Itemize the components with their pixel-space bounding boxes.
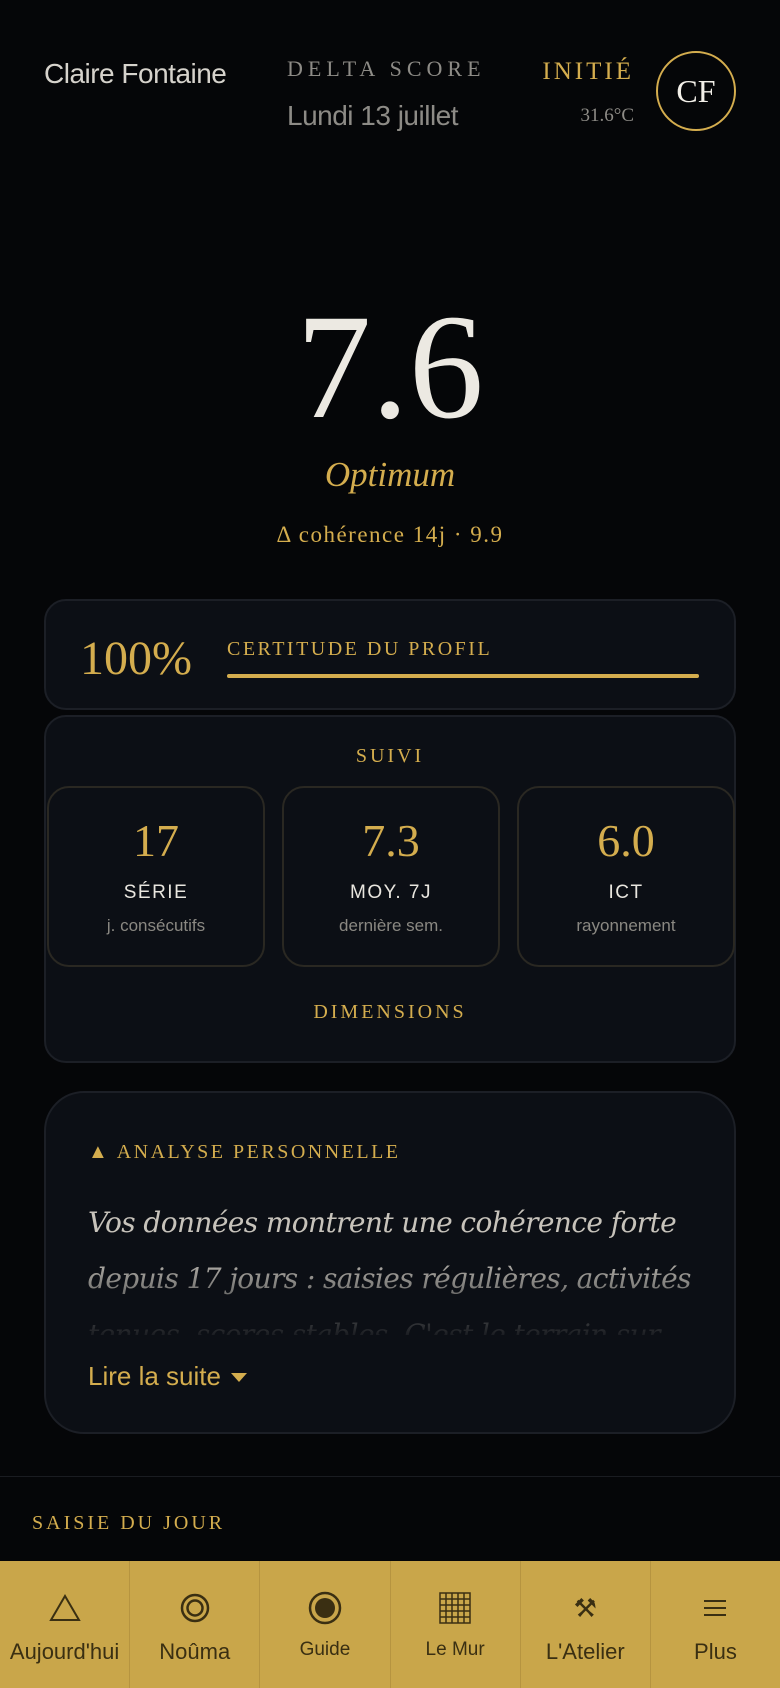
ring-icon <box>178 1587 212 1629</box>
dimensions-section-title[interactable]: DIMENSIONS <box>46 1001 734 1024</box>
nav-item-latelier[interactable]: ⚒ L'Atelier <box>521 1561 651 1688</box>
target-icon <box>307 1587 343 1629</box>
app-header: Claire Fontaine DELTA SCORE Lundi 13 jui… <box>0 0 780 150</box>
suivi-title: SUIVI <box>355 745 425 767</box>
menu-icon <box>702 1587 728 1629</box>
coherence-summary: Δ cohérence 14j · 9.9 <box>276 522 504 547</box>
stat-caption: dernière sem. <box>339 916 443 935</box>
suivi-card: SUIVI 17 SÉRIE j. consécutifs 7.3 MOY. 7… <box>44 715 736 1063</box>
nav-item-aujourdhui[interactable]: Aujourd'hui <box>0 1561 131 1688</box>
stat-caption: j. consécutifs <box>106 916 206 935</box>
analyse-title: ▲ ANALYSE PERSONNELLE <box>88 1141 401 1163</box>
nav-label: Noûma <box>159 1639 231 1664</box>
nav-item-le-mur[interactable]: Le Mur <box>391 1561 521 1688</box>
app-title: DELTA SCORE <box>287 56 486 81</box>
nav-item-nouma[interactable]: Noûma <box>130 1561 261 1688</box>
stat-label: SÉRIE <box>123 882 189 903</box>
stat-value: 7.3 <box>362 815 420 866</box>
certitude-value: 100% <box>80 632 192 685</box>
nav-label: Guide <box>299 1639 351 1660</box>
avatar[interactable]: CF <box>656 51 736 131</box>
certitude-progress-track <box>227 674 699 678</box>
stat-card-serie[interactable]: 17 SÉRIE j. consécutifs <box>47 786 265 967</box>
stat-label: ICT <box>608 882 644 903</box>
grid-icon <box>438 1587 472 1629</box>
rank-badge: INITIÉ <box>542 58 634 85</box>
user-name: Claire Fontaine <box>44 58 227 89</box>
score-status-label: Optimum <box>324 455 456 494</box>
certitude-progress-fill <box>227 674 699 678</box>
bottom-nav: Aujourd'hui Noûma Guide Le Mur ⚒ L'Ateli… <box>0 1561 780 1688</box>
analyse-card: ▲ ANALYSE PERSONNELLE Vos données montre… <box>44 1091 736 1434</box>
triangle-icon <box>48 1587 82 1629</box>
stat-label: MOY. 7J <box>350 882 432 903</box>
certitude-title: CERTITUDE DU PROFIL <box>227 638 493 660</box>
nav-item-guide[interactable]: Guide <box>260 1561 391 1688</box>
stat-card-ict[interactable]: 6.0 ICT rayonnement <box>517 786 735 967</box>
text-fade-overlay <box>88 1265 700 1335</box>
caret-down-icon <box>230 1373 247 1382</box>
certitude-card: 100% CERTITUDE DU PROFIL <box>44 599 736 710</box>
nav-label: L'Atelier <box>545 1639 625 1664</box>
read-more-link[interactable]: Lire la suite <box>88 1361 247 1392</box>
nav-label: Plus <box>694 1639 737 1664</box>
nav-label: Aujourd'hui <box>9 1639 120 1664</box>
delta-score-value: 7.6 <box>296 284 484 450</box>
stat-caption: rayonnement <box>576 916 676 935</box>
stat-value: 6.0 <box>597 815 655 866</box>
nav-item-plus[interactable]: Plus <box>651 1561 780 1688</box>
temperature-readout: 31.6°C <box>580 105 634 126</box>
section-divider <box>0 1476 780 1477</box>
read-more-label: Lire la suite <box>88 1361 221 1391</box>
current-date: Lundi 13 juillet <box>287 100 459 131</box>
saisie-section-title: SAISIE DU JOUR <box>32 1512 226 1534</box>
nav-label: Le Mur <box>425 1639 485 1660</box>
tools-icon: ⚒ <box>573 1592 597 1623</box>
stat-card-moyenne[interactable]: 7.3 MOY. 7J dernière sem. <box>282 786 500 967</box>
stat-value: 17 <box>133 815 179 866</box>
